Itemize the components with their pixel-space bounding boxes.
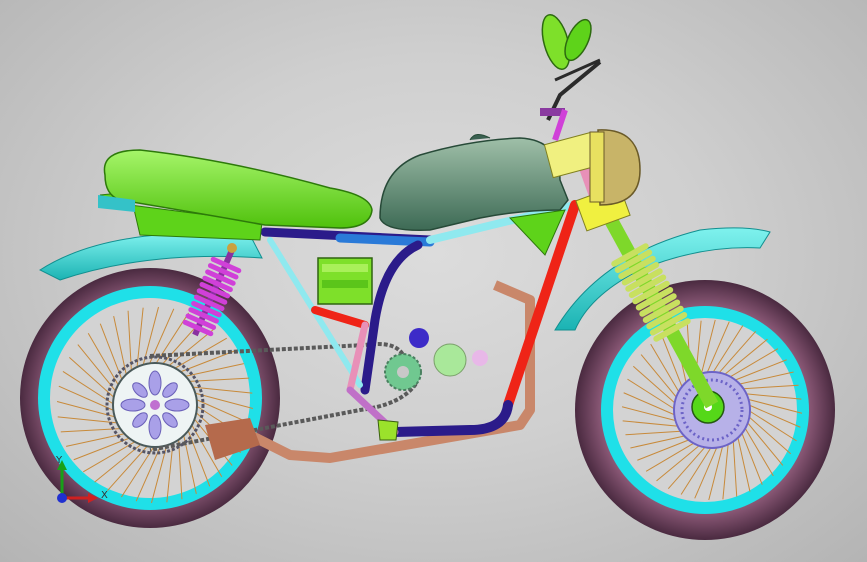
triad-x-label: X: [101, 490, 108, 501]
fuel-cap: [469, 134, 491, 141]
mirror[interactable]: [537, 12, 596, 72]
handlebar[interactable]: [540, 58, 602, 141]
engine-part-blue: [409, 328, 429, 348]
cad-viewport[interactable]: Y X: [0, 0, 867, 562]
engine-parts[interactable]: [377, 328, 488, 441]
engine-part-pink: [472, 350, 488, 366]
rear-axle: [150, 400, 160, 410]
triad-y-label: Y: [56, 455, 63, 466]
headlight[interactable]: [589, 129, 641, 206]
frame-cradle: [390, 400, 513, 437]
battery[interactable]: [317, 257, 373, 305]
headlight-rim: [589, 131, 605, 203]
engine-part-green: [433, 343, 467, 377]
motorcycle-model[interactable]: [0, 0, 867, 562]
front-wheel[interactable]: [575, 280, 835, 540]
seat[interactable]: [98, 149, 373, 241]
footpeg-mount: [377, 419, 399, 441]
